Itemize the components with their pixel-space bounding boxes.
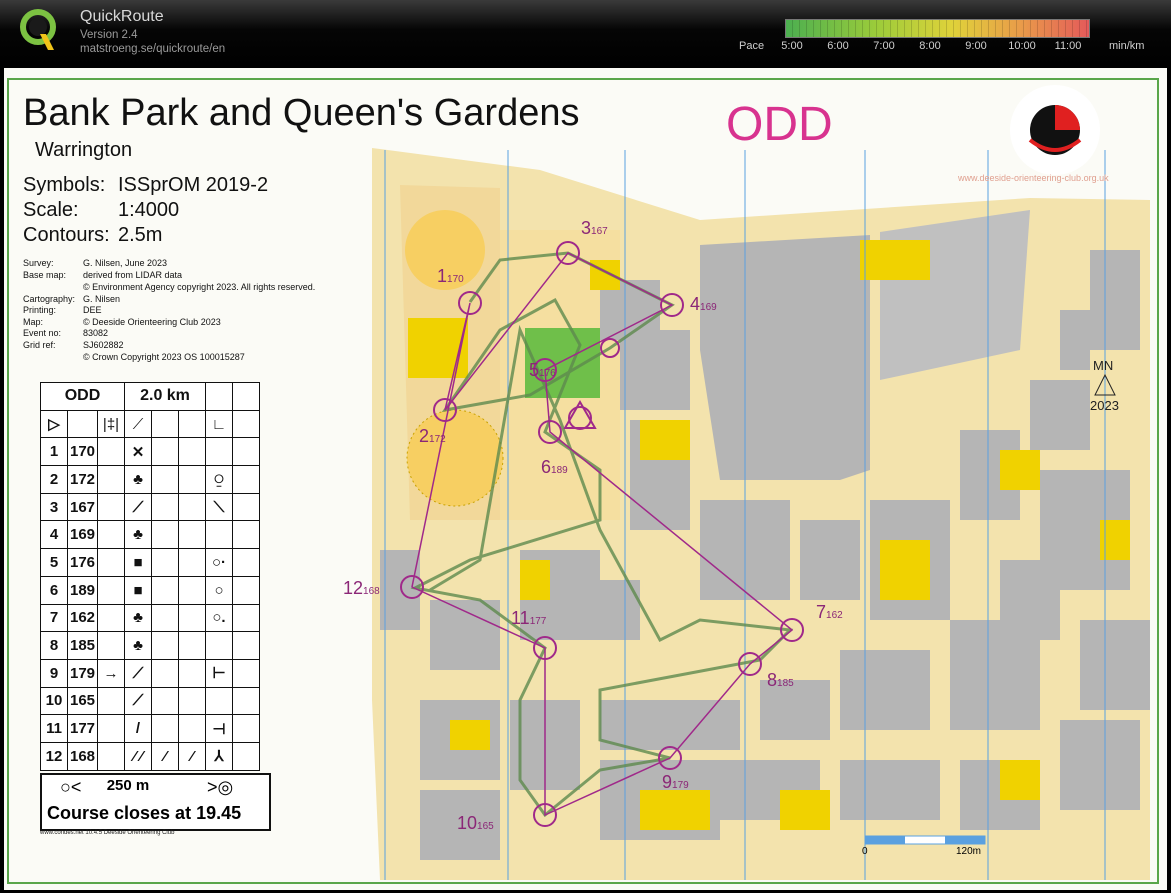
desc-start-row: ▷ |‡| ⟋ ∟ bbox=[40, 409, 260, 439]
course-closes: Course closes at 19.45 bbox=[47, 803, 242, 823]
credit-key: Printing: bbox=[23, 305, 57, 315]
contours-value: 2.5m bbox=[118, 224, 163, 246]
map-subtitle: Warrington bbox=[35, 139, 133, 161]
finish-start-icon: ○< bbox=[60, 777, 82, 797]
desc-length: 2.0 km bbox=[124, 382, 206, 411]
desc-course: ODD bbox=[40, 382, 125, 411]
symbols-value: ISSprOM 2019-2 bbox=[118, 174, 269, 196]
north-label: MN bbox=[1093, 358, 1114, 373]
credit-value: derived from LIDAR data bbox=[83, 270, 183, 280]
desc-row: 11 177/⊣ bbox=[40, 714, 260, 743]
desc-row: 5 176 ■ ○· bbox=[40, 548, 260, 577]
scale-value: 1:4000 bbox=[118, 199, 180, 221]
control-label: 12168 bbox=[343, 578, 380, 598]
scale-label: Scale: bbox=[23, 199, 79, 221]
desc-row: 8 185 ♣ bbox=[40, 631, 260, 660]
start-triangle-icon: ▷ bbox=[40, 409, 68, 439]
credit-value: © Crown Copyright 2023 OS 100015287 bbox=[83, 352, 245, 362]
desc-row: 4 169 ♣ bbox=[40, 520, 260, 550]
credit-value: © Deeside Orienteering Club 2023 bbox=[83, 317, 221, 327]
credit-key: Base map: bbox=[23, 270, 67, 280]
scalebar-end: 120m bbox=[956, 846, 982, 857]
credit-value: G. Nilsen bbox=[83, 294, 121, 304]
control-label: 10165 bbox=[457, 813, 494, 833]
control-label: 5176 bbox=[529, 360, 556, 380]
control-label: 2172 bbox=[419, 426, 446, 446]
roundabout-lawn bbox=[406, 409, 504, 507]
club-url: www.deeside-orienteering-club.org.uk bbox=[958, 173, 1109, 183]
credit-value: SJ602882 bbox=[83, 340, 124, 350]
finish-icon: >◎ bbox=[207, 777, 234, 797]
credit-key: Event no: bbox=[23, 328, 62, 338]
desc-row: 7 162 ♣ ○. bbox=[40, 603, 260, 633]
contours-label: Contours: bbox=[23, 224, 110, 246]
control-label: 8185 bbox=[767, 670, 794, 690]
club-logo-icon bbox=[1010, 85, 1100, 175]
control-label: 4169 bbox=[690, 294, 717, 314]
credit-value: G. Nilsen, June 2023 bbox=[83, 258, 168, 268]
credit-key: Survey: bbox=[23, 258, 54, 268]
credit-key: Map: bbox=[23, 317, 44, 327]
credit-value: 83082 bbox=[83, 328, 109, 338]
control-label: 11177 bbox=[511, 608, 547, 628]
condes-credit: www.condes.net 10.4.5 Deeside Orienteeri… bbox=[40, 830, 175, 836]
control-descriptions: ODD 2.0 km ▷ |‡| ⟋ ∟ 1 170 ✕ 2 172 ♣ ⍜ 3 167 ⟋ ⟍ 41… bbox=[40, 382, 260, 771]
desc-row: 3 167 ⟋ ⟍ bbox=[40, 492, 260, 522]
desc-row: 12 168 ⁄ ⁄ ⁄ ⁄ ⅄ bbox=[40, 741, 260, 771]
desc-row: 2 172 ♣ ⍜ bbox=[40, 465, 260, 494]
control-label: 1170 bbox=[437, 266, 464, 286]
control-label: 6189 bbox=[541, 457, 568, 477]
desc-row: 1 170 ✕ bbox=[40, 437, 260, 467]
credit-value: © Environment Agency copyright 2023. All… bbox=[83, 282, 316, 292]
scalebar-start: 0 bbox=[862, 846, 868, 857]
course-name: ODD bbox=[726, 98, 833, 151]
control-label: 9179 bbox=[662, 772, 689, 792]
map-title: Bank Park and Queen's Gardens bbox=[23, 92, 580, 134]
control-label: 3167 bbox=[581, 218, 608, 238]
credit-key: Grid ref: bbox=[23, 340, 56, 350]
finish-distance: 250 m bbox=[106, 777, 150, 794]
north-year: 2023 bbox=[1090, 398, 1119, 413]
desc-row: 10 165 ⟋ bbox=[40, 686, 260, 716]
control-label: 7162 bbox=[816, 602, 843, 622]
desc-row: 9 179 → ⟋ ⊢ bbox=[40, 658, 260, 688]
desc-row: 6 189 ■ ○ bbox=[40, 575, 260, 605]
desc-header-row: ODD 2.0 km bbox=[40, 382, 260, 411]
credit-key: Cartography: bbox=[23, 294, 76, 304]
building bbox=[700, 235, 870, 480]
symbols-label: Symbols: bbox=[23, 174, 106, 196]
credit-value: DEE bbox=[83, 305, 102, 315]
